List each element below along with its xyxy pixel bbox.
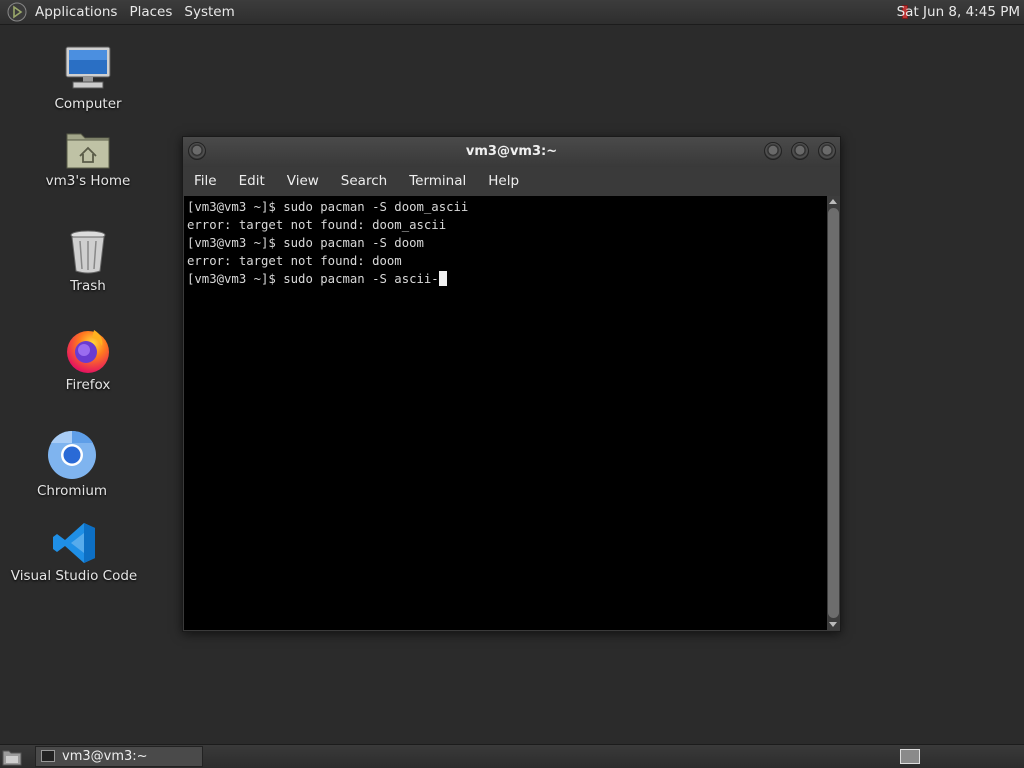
home-folder-icon	[66, 133, 110, 169]
taskbar-terminal-button[interactable]: vm3@vm3:~	[35, 746, 203, 767]
menu-help[interactable]: Help	[477, 167, 530, 196]
scroll-thumb[interactable]	[828, 208, 839, 618]
scrollbar[interactable]	[827, 196, 840, 630]
scroll-up-icon[interactable]	[829, 199, 837, 204]
terminal-output[interactable]: [vm3@vm3 ~]$ sudo pacman -S doom_ascii e…	[184, 196, 827, 630]
desktop-icon-trash[interactable]: Trash	[23, 229, 153, 294]
desktop-icon-label: Trash	[70, 278, 106, 294]
terminal-icon	[41, 750, 55, 762]
bottom-panel: vm3@vm3:~	[0, 744, 1024, 768]
show-desktop-icon[interactable]	[2, 748, 22, 766]
workspace-switcher[interactable]	[900, 749, 920, 764]
firefox-icon	[67, 330, 109, 373]
desktop-icon-vscode[interactable]: Visual Studio Code	[9, 521, 139, 584]
terminal-line: error: target not found: doom	[187, 254, 402, 268]
clock[interactable]: Sat Jun 8, 4:45 PM	[897, 0, 1020, 25]
top-panel: Applications Places System Sat Jun 8, 4:…	[0, 0, 1024, 25]
terminal-menu-bar: File Edit View Search Terminal Help	[183, 167, 840, 196]
desktop-icon-chromium[interactable]: Chromium	[7, 430, 137, 499]
window-title: vm3@vm3:~	[465, 144, 558, 159]
menu-view[interactable]: View	[276, 167, 330, 196]
title-bar[interactable]: vm3@vm3:~	[183, 137, 840, 167]
menu-file[interactable]: File	[183, 167, 228, 196]
menu-terminal[interactable]: Terminal	[398, 167, 477, 196]
distro-logo-icon[interactable]	[7, 2, 27, 22]
minimize-button[interactable]	[764, 142, 782, 160]
menu-places[interactable]: Places	[123, 0, 178, 25]
terminal-line: [vm3@vm3 ~]$ sudo pacman -S doom_ascii	[187, 200, 469, 214]
desktop-icon-label: Chromium	[36, 483, 108, 499]
terminal-window[interactable]: vm3@vm3:~ File Edit View Search Terminal…	[182, 136, 841, 632]
terminal-current-line[interactable]: [vm3@vm3 ~]$ sudo pacman -S ascii-	[187, 270, 824, 288]
text-cursor	[438, 271, 447, 286]
desktop-icon-label: Visual Studio Code	[10, 568, 138, 584]
menu-edit[interactable]: Edit	[228, 167, 276, 196]
desktop-icon-home[interactable]: vm3's Home	[23, 128, 153, 189]
menu-search[interactable]: Search	[330, 167, 398, 196]
taskbar-terminal-label: vm3@vm3:~	[62, 749, 148, 764]
vscode-icon	[53, 523, 95, 563]
menu-applications[interactable]: Applications	[29, 0, 123, 25]
trash-icon	[70, 230, 106, 274]
desktop-icon-label: Firefox	[65, 377, 111, 393]
scroll-down-icon[interactable]	[829, 622, 837, 627]
terminal-line: [vm3@vm3 ~]$ sudo pacman -S doom	[187, 236, 424, 250]
menu-system[interactable]: System	[178, 0, 240, 25]
desktop-icon-computer[interactable]: Computer	[23, 45, 153, 112]
maximize-button[interactable]	[791, 142, 809, 160]
chromium-icon	[48, 430, 96, 479]
computer-icon	[65, 46, 111, 89]
desktop-icon-label: vm3's Home	[45, 173, 131, 189]
terminal-input-text: [vm3@vm3 ~]$ sudo pacman -S ascii-	[187, 272, 439, 286]
desktop-icon-firefox[interactable]: Firefox	[23, 326, 153, 393]
terminal-line: error: target not found: doom_ascii	[187, 218, 447, 232]
close-button[interactable]	[818, 142, 836, 160]
desktop-icon-label: Computer	[54, 96, 122, 112]
